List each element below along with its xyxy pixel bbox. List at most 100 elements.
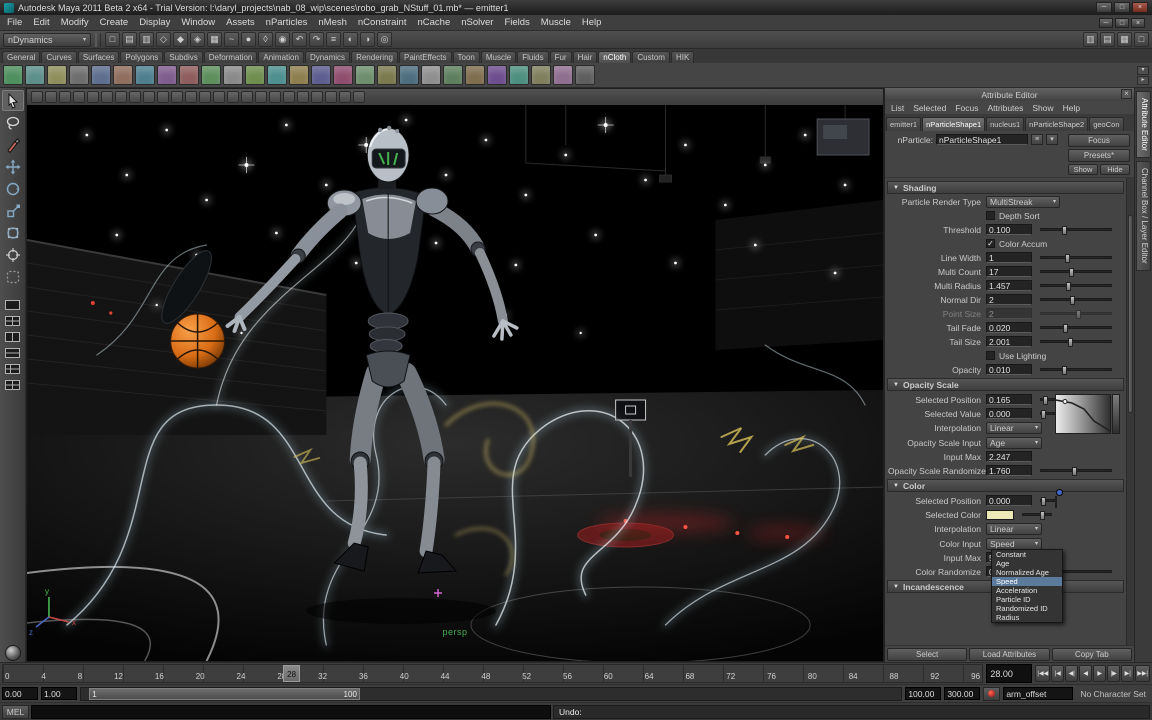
dropdown-item[interactable]: Constant <box>992 550 1062 559</box>
dropdown-item[interactable]: Radius <box>992 613 1062 622</box>
opacity-slider[interactable] <box>1040 368 1112 371</box>
menu-item[interactable]: Help <box>582 17 602 28</box>
node-tab[interactable]: nParticleShape1 <box>922 117 985 131</box>
os-interpolation-select[interactable]: Linear▾ <box>986 422 1042 434</box>
open-scene-icon[interactable]: ▤ <box>122 32 137 47</box>
tail-fade-field[interactable]: 0.020 <box>986 322 1032 333</box>
ae-menu-item[interactable]: Show <box>1032 103 1053 113</box>
viewport-toolbar-icon[interactable] <box>283 91 295 103</box>
node-name-field[interactable]: nParticleShape1 <box>936 134 1028 145</box>
section-header-color[interactable]: ▼Color <box>887 479 1124 492</box>
go-to-start-button[interactable]: |◀◀ <box>1035 665 1050 682</box>
shelf-icon[interactable] <box>245 65 265 85</box>
timeline-ruler[interactable]: 0481216202428323640444852566064687276808… <box>2 664 983 683</box>
hide-button[interactable]: Hide <box>1100 164 1130 175</box>
animation-start-field[interactable]: 0.00 <box>2 687 38 700</box>
shelf-icon[interactable] <box>443 65 463 85</box>
basketball[interactable] <box>171 314 225 368</box>
color-selected-position-slider[interactable] <box>1040 499 1055 502</box>
render-settings-icon[interactable]: ◎ <box>377 32 392 47</box>
os-selected-value-slider[interactable] <box>1040 412 1055 415</box>
shelf-menu-icon[interactable]: ▾ <box>1137 66 1149 75</box>
menu-item[interactable]: Window <box>181 17 215 28</box>
last-tool-button[interactable] <box>2 266 24 287</box>
ae-menu-item[interactable]: Attributes <box>987 103 1023 113</box>
menu-item[interactable]: nMesh <box>318 17 347 28</box>
shelf-icon[interactable] <box>223 65 243 85</box>
shelf-tab[interactable]: Fur <box>550 51 572 63</box>
select-button[interactable]: Select <box>887 648 967 661</box>
shelf-icon[interactable] <box>333 65 353 85</box>
playback-end-field[interactable]: 100.00 <box>905 687 941 700</box>
list-history-icon[interactable]: ≡ <box>1031 134 1043 145</box>
dropdown-item[interactable]: Normalized Age <box>992 568 1062 577</box>
viewport-toolbar-icon[interactable] <box>73 91 85 103</box>
ae-menu-item[interactable]: Help <box>1063 103 1080 113</box>
use-lighting-checkbox[interactable] <box>986 351 995 360</box>
dropdown-item[interactable]: Speed <box>992 577 1062 586</box>
line-width-field[interactable]: 1 <box>986 252 1032 263</box>
os-selected-position-slider[interactable] <box>1040 398 1055 401</box>
section-header-shading[interactable]: ▼Shading <box>887 181 1124 194</box>
shelf-icon[interactable] <box>157 65 177 85</box>
shelf-options-icon[interactable]: ▸ <box>1137 76 1149 85</box>
ae-menu-item[interactable]: Focus <box>955 103 978 113</box>
color-interpolation-select[interactable]: Linear▾ <box>986 523 1042 535</box>
step-forward-frame-button[interactable]: ▶| <box>1121 665 1134 682</box>
show-button[interactable]: Show <box>1068 164 1098 175</box>
tail-size-slider[interactable] <box>1040 340 1112 343</box>
viewport-toolbar-icon[interactable] <box>129 91 141 103</box>
shelf-icon[interactable] <box>91 65 111 85</box>
shelf-tab[interactable]: Rendering <box>351 51 398 63</box>
shelf-icon[interactable] <box>575 65 595 85</box>
presets-button[interactable]: Presets* <box>1068 149 1130 162</box>
select-tool-button[interactable] <box>2 90 24 111</box>
shelf-icon[interactable] <box>399 65 419 85</box>
layout-hypergraph-button[interactable] <box>2 377 24 392</box>
menu-item[interactable]: Assets <box>226 17 255 28</box>
layout-four-pane-button[interactable] <box>2 313 24 328</box>
menu-item[interactable]: nCache <box>417 17 450 28</box>
close-button[interactable]: × <box>1132 2 1148 13</box>
minimize-button[interactable]: ─ <box>1096 2 1112 13</box>
particle-render-type-select[interactable]: MultiStreak▾ <box>986 196 1060 208</box>
child-restore-button[interactable]: □ <box>1115 18 1129 28</box>
snap-plane-icon[interactable]: ◊ <box>258 32 273 47</box>
soft-modification-tool-button[interactable] <box>2 244 24 265</box>
menu-item[interactable]: Edit <box>33 17 49 28</box>
dropdown-item[interactable]: Age <box>992 559 1062 568</box>
range-slider-handle[interactable]: 1 100 <box>89 688 360 700</box>
viewport-toolbar-icon[interactable] <box>143 91 155 103</box>
shelf-tab[interactable]: Hair <box>573 51 598 63</box>
point-size-slider[interactable] <box>1040 312 1112 315</box>
viewport-toolbar-icon[interactable] <box>101 91 113 103</box>
select-component-icon[interactable]: ◈ <box>190 32 205 47</box>
viewport-toolbar-icon[interactable] <box>87 91 99 103</box>
universal-manipulator-tool-button[interactable] <box>2 222 24 243</box>
snap-point-icon[interactable]: ● <box>241 32 256 47</box>
os-input-max-field[interactable]: 2.247 <box>986 451 1032 462</box>
shelf-tab[interactable]: Subdivs <box>164 51 202 63</box>
node-tab[interactable]: nucleus1 <box>986 117 1024 131</box>
shelf-tab[interactable]: PaintEffects <box>399 51 452 63</box>
ramp-marker[interactable] <box>1056 489 1063 496</box>
save-scene-icon[interactable]: ▥ <box>139 32 154 47</box>
shelf-tab[interactable]: Deformation <box>204 51 258 63</box>
channel-box-layer-editor-tab[interactable]: Channel Box / Layer Editor <box>1136 161 1151 271</box>
attribute-editor-tab[interactable]: Attribute Editor <box>1136 91 1151 158</box>
color-ramp-widget[interactable] <box>1055 493 1123 533</box>
os-selected-position-field[interactable]: 0.165 <box>986 394 1032 405</box>
shelf-tab[interactable]: Dynamics <box>305 51 350 63</box>
maximize-button[interactable]: □ <box>1114 2 1130 13</box>
multi-count-field[interactable]: 17 <box>986 266 1032 277</box>
shelf-tab[interactable]: nCloth <box>598 51 631 63</box>
viewport-toolbar-icon[interactable] <box>297 91 309 103</box>
shelf-icon[interactable] <box>113 65 133 85</box>
shelf-tab[interactable]: Fluids <box>517 51 548 63</box>
tail-size-field[interactable]: 2.001 <box>986 336 1032 347</box>
character-set-label[interactable]: No Character Set <box>1076 689 1150 699</box>
dropdown-item[interactable]: Randomized ID <box>992 604 1062 613</box>
menu-item[interactable]: Fields <box>504 17 529 28</box>
os-randomize-field[interactable]: 1.760 <box>986 465 1032 476</box>
ae-scrollbar[interactable] <box>1126 178 1134 645</box>
